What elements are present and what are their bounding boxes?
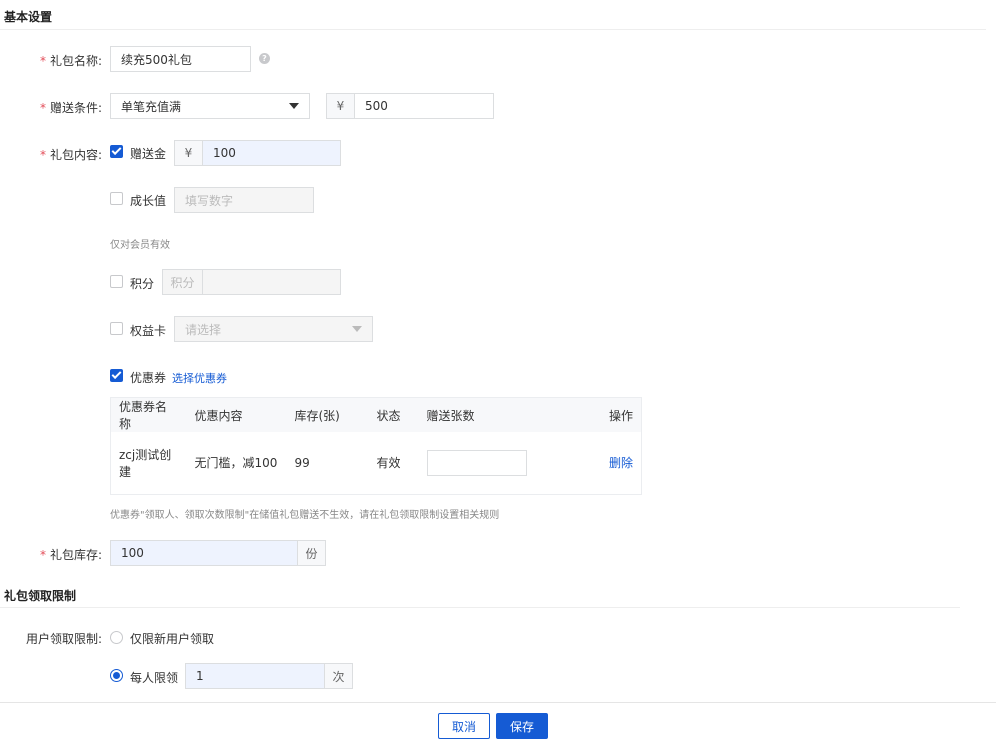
stock-value: 100 [121, 546, 144, 560]
condition-amount-input[interactable]: ¥ 500 [326, 93, 494, 119]
growth-checkbox[interactable] [110, 192, 123, 205]
column-header: 操作 [588, 397, 642, 432]
cancel-button[interactable]: 取消 [438, 713, 490, 739]
gift-money-value: 100 [213, 146, 236, 160]
help-icon[interactable]: ? [259, 53, 270, 64]
column-header: 赠送张数 [418, 397, 589, 432]
save-button[interactable]: 保存 [496, 713, 548, 739]
stock-label: * 礼包库存: [39, 548, 102, 562]
delete-coupon-link[interactable]: 删除 [609, 456, 633, 470]
points-value [203, 270, 340, 294]
section-title-limit: 礼包领取限制 [4, 589, 77, 603]
coupon-name: zcj测试创建 [119, 447, 172, 479]
points-checkbox[interactable] [110, 275, 123, 288]
coupon-qty-input[interactable] [426, 449, 527, 476]
per-user-value: 1 [196, 669, 204, 683]
column-header: 优惠内容 [186, 397, 287, 432]
coupon-qty-cell [419, 432, 589, 494]
growth-input[interactable]: 填写数字 [174, 187, 314, 213]
currency-prefix: ¥ [327, 94, 355, 118]
gift-money-input[interactable]: ¥ 100 [174, 140, 341, 166]
column-header: 状态 [368, 397, 419, 432]
coupon-table: 优惠券名称 优惠内容 库存(张) 状态 赠送张数 操作 zcj测试创建 无门槛，… [110, 397, 642, 495]
gift-money-label: 赠送金 [130, 147, 167, 161]
column-header: 优惠券名称 [110, 397, 187, 432]
coupon-content: 无门槛，减100 [194, 456, 278, 471]
stock-input[interactable]: 100 份 [110, 540, 326, 566]
benefit-card-checkbox[interactable] [110, 322, 123, 335]
benefit-card-select[interactable]: 请选择 [174, 316, 373, 342]
footer-bar: 取消 保存 [0, 702, 996, 740]
points-input[interactable]: 积分 [162, 269, 341, 295]
condition-select[interactable]: 单笔充值满 [110, 93, 310, 119]
condition-select-value: 单笔充值满 [121, 99, 182, 114]
chevron-down-icon [352, 326, 362, 332]
per-user-input[interactable]: 1 次 [185, 663, 353, 689]
user-limit-label: 用户领取限制: [25, 632, 102, 646]
gift-money-checkbox[interactable] [110, 145, 123, 158]
coupon-label: 优惠券 [130, 371, 167, 385]
gift-name-input[interactable]: 续充500礼包 [110, 46, 251, 72]
section-title-basic: 基本设置 [4, 10, 53, 24]
section-divider [0, 29, 986, 30]
condition-amount-value: 500 [365, 99, 388, 113]
gift-name-label: * 礼包名称: [39, 54, 102, 68]
per-user-option-label: 每人限领 [130, 671, 179, 685]
select-coupon-link[interactable]: 选择优惠券 [172, 370, 227, 386]
coupon-hint: 优惠券"领取人、领取次数限制"在储值礼包赠送不生效，请在礼包领取限制设置相关规则 [110, 510, 500, 521]
stock-unit: 份 [297, 541, 325, 565]
member-hint: 仅对会员有效 [110, 240, 170, 251]
coupon-checkbox[interactable] [110, 369, 123, 382]
coupon-status: 有效 [376, 456, 401, 471]
column-header: 库存(张) [286, 397, 369, 432]
section-divider [0, 607, 960, 608]
per-user-radio[interactable] [110, 669, 123, 682]
content-label: * 礼包内容: [39, 148, 102, 162]
table-header-row: 优惠券名称 优惠内容 库存(张) 状态 赠送张数 操作 [110, 397, 642, 432]
points-prefix: 积分 [163, 270, 203, 294]
table-row: zcj测试创建 无门槛，减100 99 有效 删除 [111, 432, 642, 494]
benefit-card-label: 权益卡 [130, 324, 167, 338]
per-user-unit: 次 [324, 664, 352, 688]
new-user-option-label: 仅限新用户领取 [130, 632, 215, 646]
growth-label: 成长值 [130, 194, 167, 208]
currency-prefix: ¥ [175, 141, 203, 165]
condition-label: * 赠送条件: [39, 101, 102, 115]
chevron-down-icon [289, 103, 299, 109]
points-label: 积分 [130, 277, 155, 291]
coupon-stock: 99 [294, 455, 310, 470]
benefit-card-placeholder: 请选择 [185, 322, 222, 337]
new-user-radio[interactable] [110, 631, 123, 644]
